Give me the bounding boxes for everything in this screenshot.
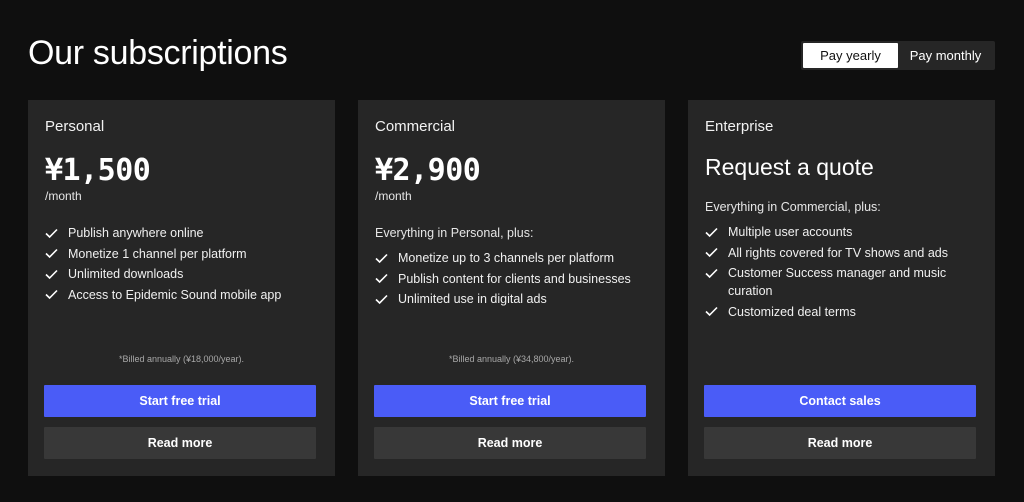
read-more-button[interactable]: Read more	[44, 427, 316, 459]
feature-item: All rights covered for TV shows and ads	[705, 244, 985, 262]
billing-period-toggle[interactable]: Pay yearly Pay monthly	[801, 41, 995, 70]
page-title: Our subscriptions	[28, 34, 288, 72]
billing-note: *Billed annually (¥18,000/year).	[118, 354, 245, 364]
price-period: /month	[375, 189, 412, 203]
pay-yearly-option[interactable]: Pay yearly	[803, 43, 898, 68]
plan-name: Personal	[45, 118, 105, 135]
feature-text: Unlimited use in digital ads	[398, 292, 547, 307]
feature-item: Publish content for clients and business…	[375, 270, 655, 288]
billing-note: *Billed annually (¥34,800/year).	[448, 354, 575, 364]
plan-name: Enterprise	[705, 118, 774, 135]
contact-sales-button[interactable]: Contact sales	[704, 385, 976, 417]
check-icon	[45, 286, 59, 304]
check-icon	[375, 290, 389, 308]
read-more-button[interactable]: Read more	[374, 427, 646, 459]
check-icon	[45, 245, 59, 263]
start-free-trial-button[interactable]: Start free trial	[374, 385, 646, 417]
price-period: /month	[45, 189, 82, 203]
feature-text: Publish anywhere online	[68, 226, 204, 240]
subscriptions-page: Our subscriptions Pay yearly Pay monthly…	[0, 0, 1024, 502]
feature-text: Customer Success manager and music curat…	[728, 266, 947, 299]
feature-list: Publish anywhere online Monetize 1 chann…	[45, 224, 325, 306]
check-icon	[375, 270, 389, 288]
feature-item: Unlimited downloads	[45, 265, 325, 283]
feature-text: Customized deal terms	[728, 304, 856, 319]
feature-item: Multiple user accounts	[705, 223, 985, 241]
check-icon	[45, 265, 59, 283]
plan-card-personal: Personal ¥1,500 /month Publish anywhere …	[28, 100, 335, 476]
plan-price: ¥1,500	[45, 153, 151, 188]
plan-price: ¥2,900	[375, 153, 481, 188]
feature-item: Customized deal terms	[705, 303, 985, 321]
read-more-button[interactable]: Read more	[704, 427, 976, 459]
feature-text: Publish content for clients and business…	[398, 271, 631, 286]
feature-text: Access to Epidemic Sound mobile app	[68, 287, 282, 302]
feature-item: Monetize up to 3 channels per platform	[375, 249, 655, 267]
feature-item: Publish anywhere online	[45, 224, 325, 242]
check-icon	[705, 303, 719, 321]
feature-item: Access to Epidemic Sound mobile app	[45, 286, 325, 304]
check-icon	[705, 244, 719, 262]
start-free-trial-button[interactable]: Start free trial	[44, 385, 316, 417]
feature-list: Multiple user accounts All rights covere…	[705, 223, 985, 323]
check-icon	[45, 224, 59, 242]
check-icon	[705, 223, 719, 241]
plan-headline: Request a quote	[705, 154, 874, 180]
plan-card-enterprise: Enterprise Request a quote Everything in…	[688, 100, 995, 476]
check-icon	[375, 249, 389, 267]
plan-intro: Everything in Commercial, plus:	[705, 200, 881, 214]
feature-text: All rights covered for TV shows and ads	[728, 245, 949, 260]
feature-list: Monetize up to 3 channels per platform P…	[375, 249, 655, 311]
feature-text: Monetize 1 channel per platform	[68, 246, 247, 261]
feature-text: Multiple user accounts	[728, 225, 853, 239]
plan-intro: Everything in Personal, plus:	[375, 226, 534, 240]
pay-monthly-option[interactable]: Pay monthly	[898, 43, 993, 68]
feature-item: Monetize 1 channel per platform	[45, 245, 325, 263]
plan-card-commercial: Commercial ¥2,900 /month Everything in P…	[358, 100, 665, 476]
feature-text: Unlimited downloads	[68, 267, 184, 282]
check-icon	[705, 264, 719, 282]
feature-item: Unlimited use in digital ads	[375, 290, 655, 308]
feature-text: Monetize up to 3 channels per platform	[398, 251, 615, 265]
feature-item: Customer Success manager and music curat…	[705, 264, 985, 300]
plan-name: Commercial	[375, 118, 456, 135]
